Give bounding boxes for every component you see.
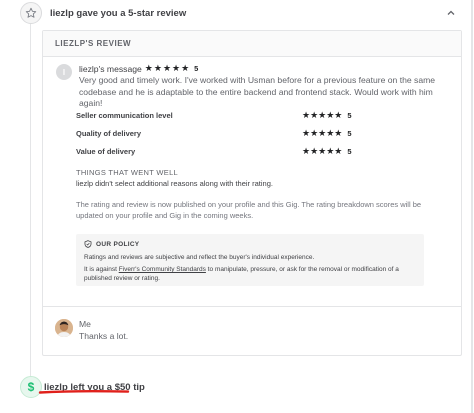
policy-box: OUR POLICY Ratings and reviews are subje…: [76, 234, 424, 286]
scrollbar-track[interactable]: [471, 0, 473, 413]
criteria-value: 5: [347, 111, 352, 120]
star-filled-icon: ★: [162, 63, 172, 73]
review-message: Very good and timely work. I've worked w…: [79, 75, 436, 108]
star-filled-icon: ★: [172, 63, 181, 73]
divider: [43, 306, 461, 307]
went-well-text: liezlp didn't select additional reasons …: [76, 179, 273, 188]
policy-text: Ratings and reviews are subjective and r…: [84, 254, 315, 261]
avatar[interactable]: l: [56, 64, 72, 80]
message-label: liezlp's message: [79, 63, 142, 74]
criteria-stars: ★★★★★ 5: [302, 110, 352, 120]
message-header: liezlp's message ★ ★ ★ ★ ★ 5: [79, 63, 198, 74]
criteria-row: Value of delivery ★★★★★ 5: [76, 146, 376, 159]
chevron-up-icon[interactable]: [446, 8, 456, 18]
criteria-value: 5: [347, 129, 352, 138]
policy-header: OUR POLICY: [84, 240, 416, 248]
publish-note: The rating and review is now published o…: [76, 200, 422, 220]
star-icon: [20, 2, 42, 24]
policy-text-standards: It is against Fiverr's Community Standar…: [84, 265, 416, 283]
review-event-title: liezlp gave you a 5-star review: [50, 8, 187, 19]
criteria-label: Value of delivery: [76, 147, 136, 156]
criteria-label: Seller communication level: [76, 111, 173, 120]
criteria-label: Quality of delivery: [76, 129, 142, 138]
criteria-row: Quality of delivery ★★★★★ 5: [76, 128, 376, 141]
star-filled-icon: ★: [144, 63, 153, 73]
order-timeline: liezlp gave you a 5-star review LIEZLP'S…: [0, 0, 474, 413]
policy-title: OUR POLICY: [96, 240, 140, 248]
criteria-value: 5: [347, 147, 352, 156]
review-card-header: LIEZLP'S REVIEW: [43, 31, 461, 57]
overall-rating-stars: ★ ★ ★ ★ ★: [145, 63, 189, 74]
shield-icon: [84, 240, 92, 248]
criteria-row: Seller communication level ★★★★★ 5: [76, 110, 376, 123]
went-well-title: THINGS THAT WENT WELL: [76, 168, 179, 177]
star-filled-icon: ★: [181, 63, 190, 73]
criteria-stars: ★★★★★ 5: [302, 146, 352, 156]
overall-rating-value: 5: [194, 64, 199, 73]
policy-text-prefix: It is against: [84, 266, 119, 273]
criteria-stars: ★★★★★ 5: [302, 128, 352, 138]
user-photo-icon: [55, 319, 73, 337]
timeline-connector: [30, 22, 31, 378]
reply-text: Thanks a lot.: [79, 331, 129, 341]
community-standards-link[interactable]: Fiverr's Community Standards: [119, 266, 206, 273]
star-filled-icon: ★: [153, 63, 162, 73]
avatar[interactable]: [55, 319, 73, 337]
red-underline-annotation: [38, 389, 130, 394]
reply-author: Me: [79, 319, 91, 329]
